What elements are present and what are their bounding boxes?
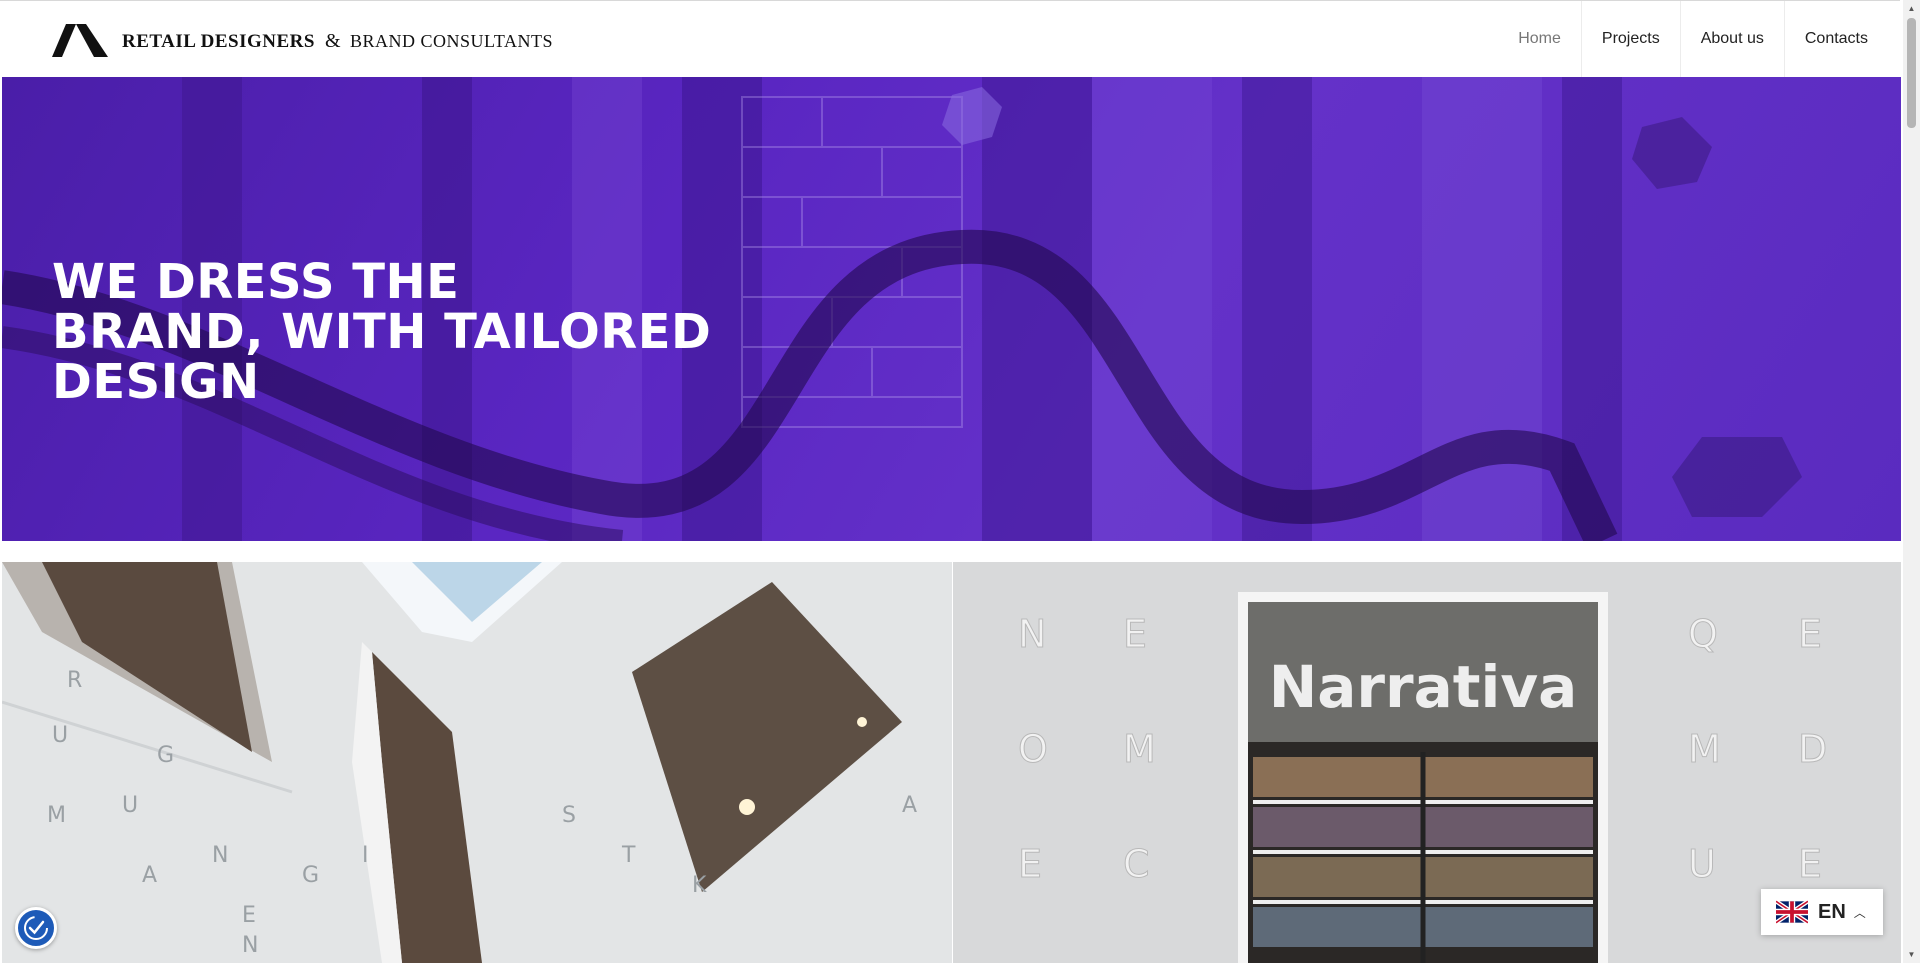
svg-text:D: D bbox=[1798, 727, 1827, 771]
svg-text:E: E bbox=[1798, 612, 1822, 656]
chevron-up-icon: ︿ bbox=[1853, 905, 1866, 920]
svg-text:E: E bbox=[1018, 842, 1042, 886]
svg-text:S: S bbox=[562, 803, 576, 828]
scroll-down-arrow-icon[interactable]: ▼ bbox=[1903, 946, 1920, 963]
project-tiles: RUG MUA NEG NIS TKA Narrativa N E O M E … bbox=[2, 562, 1901, 963]
svg-text:O: O bbox=[1018, 727, 1048, 771]
scroll-thumb[interactable] bbox=[1907, 18, 1916, 128]
accessibility-button[interactable] bbox=[15, 907, 57, 949]
svg-text:U: U bbox=[1688, 842, 1716, 886]
svg-text:M: M bbox=[1688, 727, 1721, 771]
svg-text:U: U bbox=[52, 723, 68, 748]
svg-text:A: A bbox=[142, 863, 157, 888]
nav-home[interactable]: Home bbox=[1498, 1, 1581, 77]
scroll-up-arrow-icon[interactable]: ▲ bbox=[1903, 0, 1920, 17]
main-nav: Home Projects About us Contacts bbox=[1498, 1, 1888, 77]
logo-text: RETAIL DESIGNERS & BRAND CONSULTANTS bbox=[122, 30, 553, 53]
svg-text:I: I bbox=[362, 843, 369, 868]
uk-flag-icon bbox=[1776, 900, 1808, 924]
svg-text:T: T bbox=[621, 843, 636, 868]
nav-projects[interactable]: Projects bbox=[1580, 1, 1680, 77]
hero-banner: WE DRESS THE BRAND, WITH TAILORED DESIGN bbox=[2, 77, 1901, 541]
svg-text:C: C bbox=[1123, 842, 1150, 886]
site-header: RETAIL DESIGNERS & BRAND CONSULTANTS Home … bbox=[0, 0, 1900, 77]
svg-text:N: N bbox=[212, 843, 228, 868]
project-tile-left[interactable]: RUG MUA NEG NIS TKA bbox=[2, 562, 952, 963]
svg-text:G: G bbox=[157, 743, 174, 768]
accessibility-icon bbox=[24, 916, 48, 940]
page-scrollbar[interactable]: ▲ ▼ bbox=[1903, 0, 1920, 963]
svg-text:G: G bbox=[302, 863, 319, 888]
svg-text:K: K bbox=[692, 873, 707, 898]
logo-ampersand: & bbox=[324, 29, 342, 52]
language-code: EN bbox=[1818, 900, 1846, 923]
bookstore-sign-text: Narrativa bbox=[1269, 653, 1578, 721]
project-image-atrium: RUG M UA NEG NIS TKA bbox=[2, 562, 952, 963]
logo-sub-text: BRAND CONSULTANTS bbox=[350, 30, 553, 51]
svg-text:M: M bbox=[1123, 727, 1156, 771]
language-switcher[interactable]: EN ︿ bbox=[1761, 889, 1883, 935]
svg-text:R: R bbox=[67, 668, 82, 693]
svg-text:U: U bbox=[122, 793, 138, 818]
site-logo[interactable]: RETAIL DESIGNERS & BRAND CONSULTANTS bbox=[52, 21, 553, 61]
svg-text:E: E bbox=[1798, 842, 1822, 886]
svg-text:M: M bbox=[47, 803, 66, 828]
svg-text:N: N bbox=[242, 933, 258, 958]
nav-about-us[interactable]: About us bbox=[1679, 1, 1784, 77]
svg-text:Q: Q bbox=[1688, 612, 1718, 656]
logo-mark-icon bbox=[52, 24, 108, 57]
svg-text:A: A bbox=[902, 793, 917, 818]
svg-text:N: N bbox=[1018, 612, 1046, 656]
svg-text:E: E bbox=[242, 903, 256, 928]
svg-text:E: E bbox=[1123, 612, 1147, 656]
nav-contacts[interactable]: Contacts bbox=[1783, 1, 1888, 77]
project-tile-right[interactable]: Narrativa N E O M E C Q E M D U E bbox=[953, 562, 1901, 963]
hero-title: WE DRESS THE BRAND, WITH TAILORED DESIGN bbox=[52, 254, 712, 411]
logo-main-text: RETAIL DESIGNERS bbox=[122, 30, 315, 52]
project-image-bookstore: Narrativa N E O M E C Q E M D U E bbox=[953, 562, 1901, 963]
